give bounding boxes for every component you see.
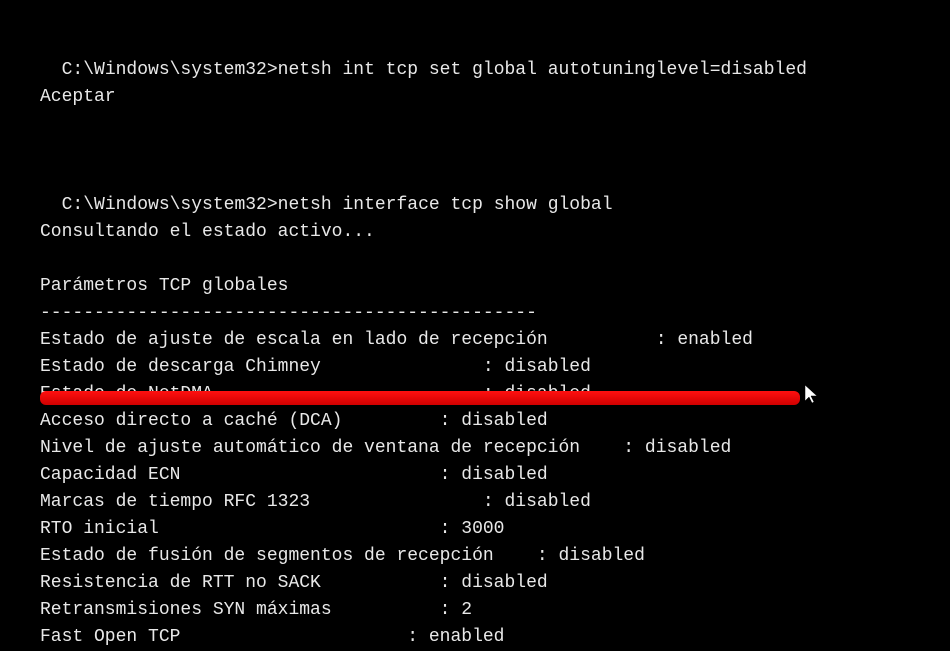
param-value: disabled <box>461 570 547 597</box>
command-line-1: C:\Windows\system32>netsh int tcp set gl… <box>40 30 910 84</box>
param-label: Acceso directo a caché (DCA) <box>40 408 440 435</box>
param-row: Resistencia de RTT no SACK : disabled <box>40 570 910 597</box>
blank-1 <box>40 111 910 138</box>
param-row: Estado de fusión de segmentos de recepci… <box>40 543 910 570</box>
param-separator: : <box>656 327 678 354</box>
param-row: Fast Open TCP : enabled <box>40 624 910 651</box>
param-label: Fast Open TCP <box>40 624 407 651</box>
param-row: Acceso directo a caché (DCA) : disabled <box>40 408 910 435</box>
divider: ----------------------------------------… <box>40 300 910 327</box>
param-value: 2 <box>461 597 472 624</box>
prompt-1: C:\Windows\system32> <box>62 60 278 80</box>
param-label: Marcas de tiempo RFC 1323 <box>40 489 483 516</box>
param-separator: : <box>440 516 462 543</box>
params-list: Estado de ajuste de escala en lado de re… <box>40 327 910 651</box>
param-separator: : <box>483 489 505 516</box>
command-line-2: C:\Windows\system32>netsh interface tcp … <box>40 165 910 219</box>
param-separator: : <box>440 462 462 489</box>
response-1: Aceptar <box>40 84 910 111</box>
param-row: Marcas de tiempo RFC 1323 : disabled <box>40 489 910 516</box>
blank-2 <box>40 138 910 165</box>
param-value: enabled <box>429 624 505 651</box>
param-value: disabled <box>504 489 590 516</box>
param-separator: : <box>623 435 645 462</box>
param-value: disabled <box>559 543 645 570</box>
param-label: Estado de descarga Chimney <box>40 354 483 381</box>
param-value: disabled <box>645 435 731 462</box>
param-separator: : <box>483 354 505 381</box>
param-label: RTO inicial <box>40 516 440 543</box>
param-label: Estado de fusión de segmentos de recepci… <box>40 543 537 570</box>
response-2: Consultando el estado activo... <box>40 219 910 246</box>
param-separator: : <box>440 570 462 597</box>
params-heading: Parámetros TCP globales <box>40 273 910 300</box>
cursor-icon <box>805 385 821 415</box>
param-row: Retransmisiones SYN máximas : 2 <box>40 597 910 624</box>
command-1: netsh int tcp set global autotuninglevel… <box>278 60 807 80</box>
param-value: disabled <box>504 354 590 381</box>
param-label: Retransmisiones SYN máximas <box>40 597 440 624</box>
param-separator: : <box>440 408 462 435</box>
param-row: RTO inicial : 3000 <box>40 516 910 543</box>
param-label: Estado de ajuste de escala en lado de re… <box>40 327 656 354</box>
param-value: 3000 <box>461 516 504 543</box>
param-label: Nivel de ajuste automático de ventana de… <box>40 435 623 462</box>
param-row: Nivel de ajuste automático de ventana de… <box>40 435 910 462</box>
param-value: enabled <box>677 327 753 354</box>
param-separator: : <box>407 624 429 651</box>
highlight-annotation <box>40 391 800 405</box>
param-label: Resistencia de RTT no SACK <box>40 570 440 597</box>
param-row: Capacidad ECN : disabled <box>40 462 910 489</box>
prompt-2: C:\Windows\system32> <box>62 195 278 215</box>
param-separator: : <box>440 597 462 624</box>
param-separator: : <box>537 543 559 570</box>
param-label: Capacidad ECN <box>40 462 440 489</box>
command-2: netsh interface tcp show global <box>278 195 613 215</box>
param-value: disabled <box>461 408 547 435</box>
blank-3 <box>40 246 910 273</box>
param-row: Estado de ajuste de escala en lado de re… <box>40 327 910 354</box>
param-row: Estado de descarga Chimney : disabled <box>40 354 910 381</box>
param-value: disabled <box>461 462 547 489</box>
